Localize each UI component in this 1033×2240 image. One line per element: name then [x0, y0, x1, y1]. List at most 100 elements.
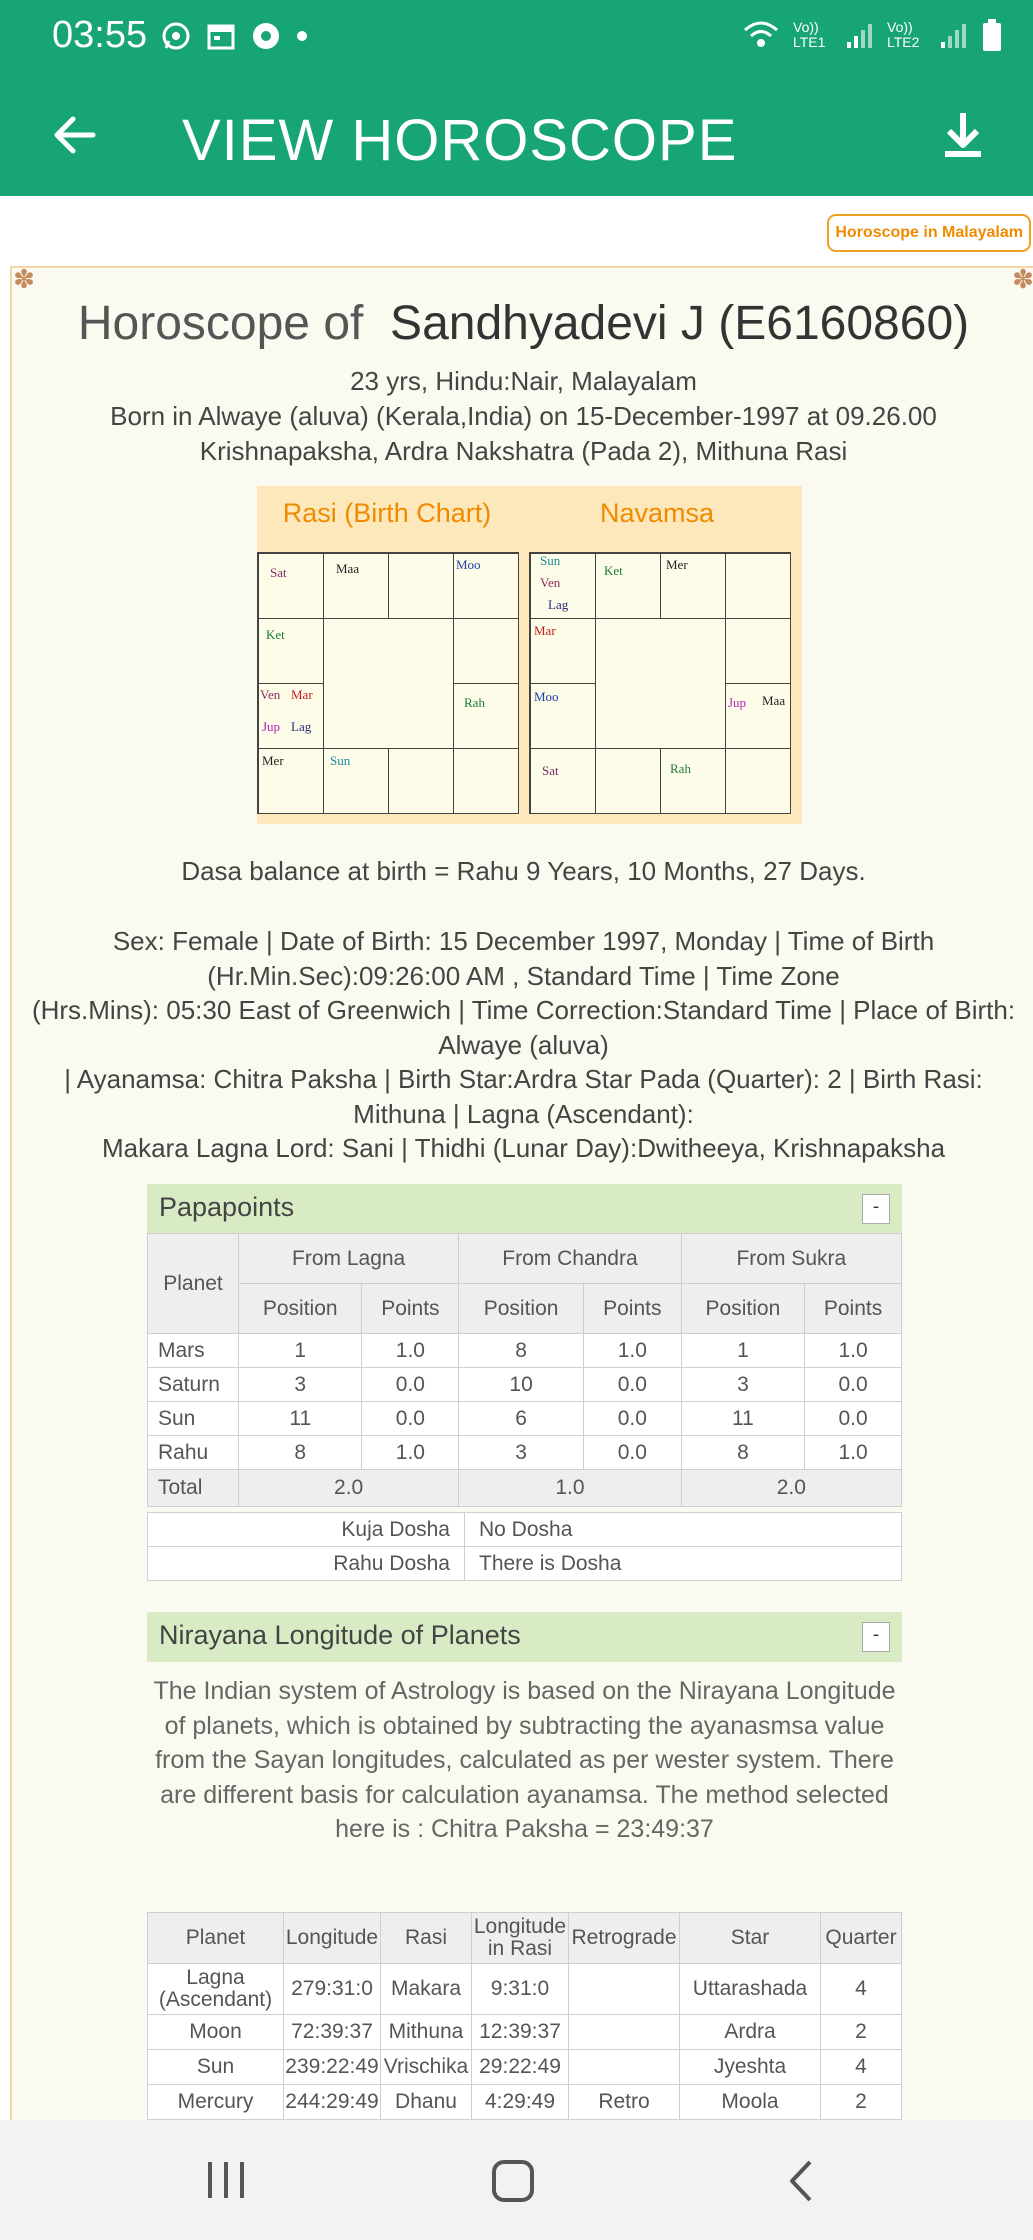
cell — [568, 1963, 680, 2015]
cell: 3 — [680, 1367, 806, 1402]
birth-details: Sex: Female | Date of Birth: 15 December… — [12, 924, 1033, 1166]
horoscope-content: ✽ ✽ Horoscope of Sandhyadevi J (E6160860… — [10, 266, 1033, 2122]
cell: 1 — [680, 1333, 806, 1368]
corner-ornament-icon: ✽ — [13, 266, 35, 295]
page-title: VIEW HOROSCOPE — [182, 108, 738, 173]
dot-icon — [297, 31, 307, 41]
cell: Retro — [568, 2084, 680, 2120]
cell: 8 — [680, 1435, 806, 1470]
navamsa-mar: Mar — [534, 623, 556, 638]
rasi-moo: Moo — [456, 557, 481, 572]
rasi-title: Rasi (Birth Chart) — [282, 498, 492, 528]
cell: 0.0 — [582, 1435, 682, 1470]
status-time: 03:55 — [52, 14, 148, 56]
papapoints-table: Planet From Lagna From Chandra From Sukr… — [147, 1233, 903, 1507]
navamsa-jup: Jup — [728, 695, 747, 710]
table-row: Sun 239:22:49 Vrischika 29:22:49 Jyeshta… — [147, 2049, 902, 2085]
nirayana-collapse-button[interactable]: - — [862, 1622, 890, 1652]
cell: Saturn — [147, 1367, 239, 1402]
cell: Jyeshta — [679, 2049, 821, 2085]
back-arrow-icon[interactable] — [45, 105, 105, 165]
cell: Moon — [147, 2014, 284, 2050]
person-name: Sandhyadevi J (E6160860) — [390, 297, 970, 350]
cell: 244:29:49 — [283, 2084, 381, 2120]
papapoints-collapse-button[interactable]: - — [862, 1194, 890, 1224]
col-header: Longitude in Rasi — [471, 1912, 569, 1964]
app-bar: VIEW HOROSCOPE — [0, 75, 1033, 196]
cell: 3 — [458, 1435, 584, 1470]
planet-header: Planet — [147, 1233, 239, 1334]
col-header: Retrograde — [568, 1912, 680, 1964]
cell: Rahu — [147, 1435, 239, 1470]
table-row: Rahu 8 1.0 3 0.0 8 1.0 — [147, 1435, 902, 1470]
status-bar: 03:55 Vo)) LTE1 Vo)) LTE2 — [0, 0, 1033, 75]
cell: Makara — [380, 1963, 472, 2015]
download-icon[interactable] — [933, 105, 993, 165]
sub-header: Points — [804, 1283, 902, 1334]
malayalam-button[interactable]: Horoscope in Malayalam — [827, 214, 1031, 252]
battery-icon — [983, 19, 1001, 51]
kuja-dosha-row: Kuja Dosha No Dosha — [147, 1512, 902, 1547]
cell: 11 — [680, 1401, 806, 1436]
cell: Sun — [147, 2049, 284, 2085]
cell: Ardra — [679, 2014, 821, 2050]
age-line: 23 yrs, Hindu:Nair, Malayalam — [350, 366, 697, 396]
signal-icon — [847, 24, 872, 48]
home-icon[interactable] — [490, 2158, 536, 2204]
papapoints-title: Papapoints — [159, 1192, 295, 1222]
navamsa-mer: Mer — [666, 557, 688, 572]
cell: 1.0 — [804, 1435, 902, 1470]
cell: 72:39:37 — [283, 2014, 381, 2050]
nirayana-panel-header: Nirayana Longitude of Planets - — [147, 1612, 902, 1662]
col-header: Rasi — [380, 1912, 472, 1964]
rasi-lag: Lag — [291, 719, 312, 734]
kuja-dosha-value: No Dosha — [464, 1512, 902, 1547]
sub-header: Position — [237, 1283, 363, 1334]
navamsa-ven: Ven — [540, 575, 561, 590]
navamsa-sat: Sat — [542, 763, 559, 778]
rasi-mer: Mer — [262, 753, 284, 768]
cell: 3 — [237, 1367, 363, 1402]
detail-line: (Hr.Min.Sec):09:26:00 AM , Standard Time… — [207, 960, 840, 991]
cell: 2 — [820, 2084, 902, 2120]
nirayana-title: Nirayana Longitude of Planets — [159, 1620, 521, 1650]
cell: 0.0 — [361, 1367, 460, 1402]
cell — [568, 2049, 680, 2085]
rasi-ket: Ket — [266, 627, 285, 642]
cell: 9:31:0 — [471, 1963, 569, 2015]
detail-line: (Hrs.Mins): 05:30 East of Greenwich | Ti… — [31, 995, 1016, 1025]
cell: Vrischika — [380, 2049, 472, 2085]
cell: 1.0 — [582, 1333, 682, 1368]
notification-icons — [160, 20, 308, 52]
group-header: From Sukra — [680, 1233, 903, 1284]
cell: 12:39:37 — [471, 2014, 569, 2050]
back-icon[interactable] — [786, 2158, 816, 2204]
cell: 6 — [458, 1401, 584, 1436]
cell: Dhanu — [380, 2084, 472, 2120]
dosha-table: Kuja Dosha No Dosha Rahu Dosha There is … — [147, 1512, 902, 1581]
cell: Mercury — [147, 2084, 284, 2120]
chrome-icon — [253, 23, 279, 49]
navamsa-sun: Sun — [540, 553, 561, 568]
col-header: Quarter — [820, 1912, 902, 1964]
cell: 0.0 — [582, 1401, 682, 1436]
sub-header: Points — [361, 1283, 460, 1334]
rasi-jup: Jup — [262, 719, 281, 734]
system-icons: Vo)) LTE1 Vo)) LTE2 — [741, 18, 1003, 52]
navamsa-ket: Ket — [604, 563, 623, 578]
group-header: From Chandra — [458, 1233, 682, 1284]
sub-header: Position — [458, 1283, 584, 1334]
recent-apps-icon[interactable] — [205, 2158, 247, 2202]
nakshatra-line: Krishnapaksha, Ardra Nakshatra (Pada 2),… — [199, 436, 848, 466]
papapoints-panel-header: Papapoints - — [147, 1184, 902, 1234]
cell: 279:31:0 — [283, 1963, 381, 2015]
total-row: Total 2.0 1.0 2.0 — [147, 1469, 903, 1507]
title-prefix: Horoscope of — [77, 297, 364, 350]
cell: 0.0 — [804, 1401, 902, 1436]
cell: 4 — [820, 2049, 902, 2085]
cell: 2 — [820, 2014, 902, 2050]
total-cell: 2.0 — [680, 1469, 903, 1507]
total-label: Total — [147, 1469, 239, 1507]
rasi-maa: Maa — [336, 561, 360, 576]
navamsa-moo: Moo — [534, 689, 559, 704]
